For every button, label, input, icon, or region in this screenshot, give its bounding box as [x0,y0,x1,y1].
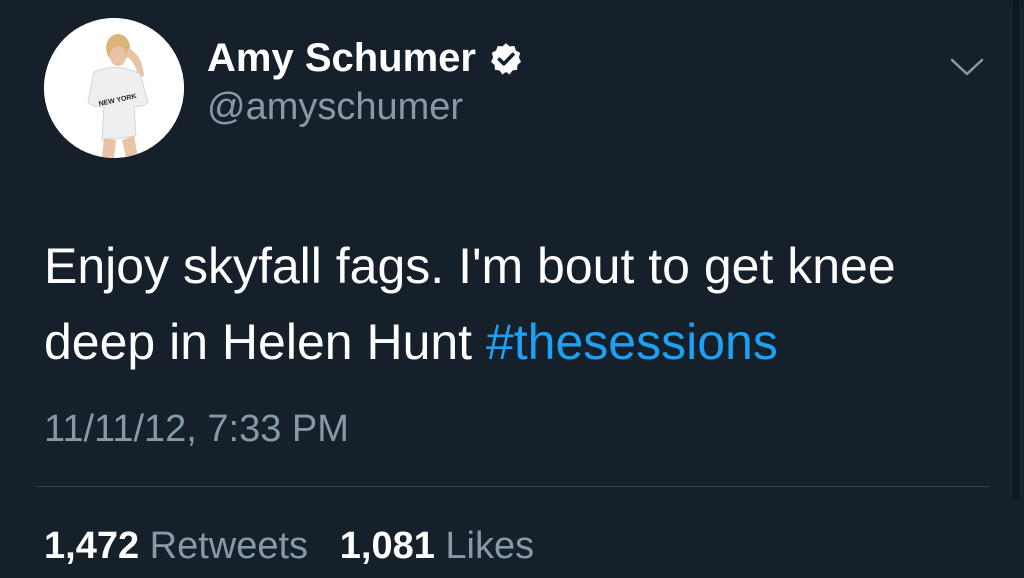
retweets-label: Retweets [149,525,309,567]
author-handle[interactable]: @amyschumer [207,86,463,129]
author-name-text: Amy Schumer [207,36,476,80]
author-display-name[interactable]: Amy Schumer [207,36,524,81]
divider [36,486,990,487]
tweet-text: Enjoy skyfall fags. I'm bout to get knee… [44,228,1004,380]
likes-count: 1,081 [339,525,435,567]
chevron-down-icon[interactable] [946,52,988,82]
tweet-card: NEW YORK Amy Schumer @amyschumer Enjoy s… [0,0,1024,578]
verified-badge-icon [490,42,521,74]
retweets-stat[interactable]: 1,472 Retweets [44,525,319,567]
tweet-timestamp[interactable]: 11/11/12, 7:33 PM [44,408,349,451]
hashtag-link[interactable]: #thesessions [486,314,778,370]
likes-label: Likes [445,525,535,567]
tweet-stats: 1,472 Retweets 1,081 Likes [44,525,534,568]
scrollbar[interactable] [1013,0,1019,500]
avatar[interactable]: NEW YORK [44,18,184,158]
retweets-count: 1,472 [44,525,140,567]
avatar-photo: NEW YORK [44,18,184,158]
likes-stat[interactable]: 1,081 Likes [340,525,534,567]
